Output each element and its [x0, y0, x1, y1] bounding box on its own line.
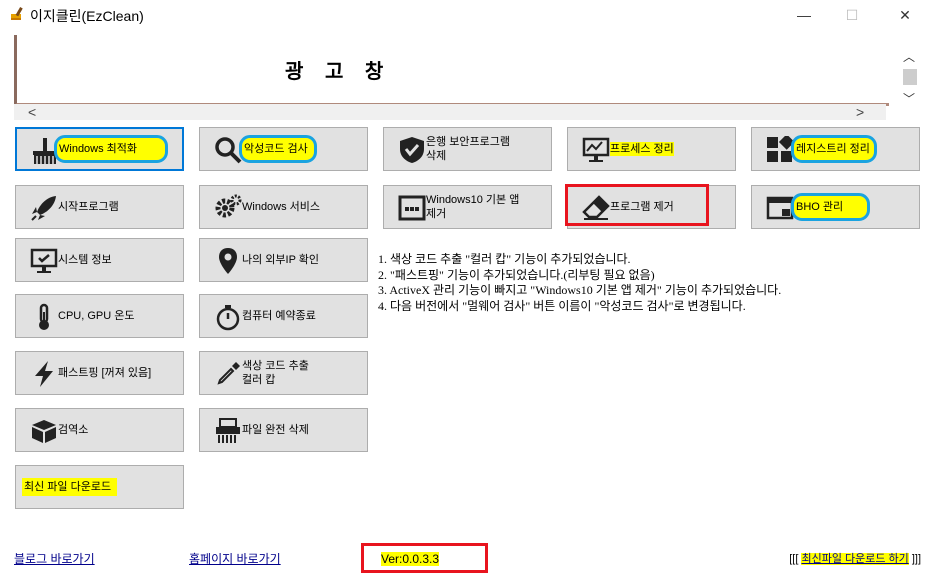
shredder-icon — [216, 418, 240, 443]
registry-blocks-icon — [767, 136, 794, 162]
fastping-label: 패스트핑 [꺼져 있음] — [58, 367, 152, 379]
process-cleanup-button[interactable]: 프로세스 정리 — [567, 127, 736, 171]
startup-programs-button[interactable]: 시작프로그램 — [15, 185, 184, 229]
latest-file-download-button[interactable]: 최신 파일 다운로드 — [15, 465, 184, 509]
color-picker-button[interactable]: 색상 코드 추출 컬러 캅 — [199, 351, 368, 395]
ad-vertical-scrollbar[interactable]: ︿ ﹀ — [900, 40, 920, 110]
windows-optimize-button[interactable]: Windows 최적화 — [15, 127, 184, 171]
file-shred-button[interactable]: 파일 완전 삭제 — [199, 408, 368, 452]
maximize-button[interactable]: ☐ — [837, 4, 867, 26]
download-link-group[interactable]: [[[ 최신파일 다운로드 하기 ]]] — [789, 550, 921, 566]
file-shred-label: 파일 완전 삭제 — [242, 424, 309, 436]
scroll-up-icon[interactable]: ︿ — [903, 48, 915, 65]
cpu-gpu-temp-button[interactable]: CPU, GPU 온도 — [15, 294, 184, 338]
color-picker-label: 색상 코드 추출 컬러 캅 — [242, 360, 309, 386]
broom-app-icon — [11, 7, 23, 20]
download-latest-link[interactable]: 최신파일 다운로드 하기 — [801, 553, 909, 565]
monitor-chart-icon — [582, 137, 610, 162]
red-highlight-box — [565, 184, 709, 226]
scheduled-shutdown-button[interactable]: 컴퓨터 예약종료 — [199, 294, 368, 338]
ad-banner[interactable]: 광 고 창 — [14, 35, 889, 106]
win10-apps-remove-button[interactable]: Windows10 기본 앱 제거 — [383, 185, 552, 229]
ad-horizontal-scrollbar[interactable]: < > — [14, 104, 886, 120]
bracket-close: ]]] — [911, 553, 921, 565]
map-pin-icon — [219, 248, 237, 274]
bracket-open: [[[ — [789, 553, 799, 565]
malware-scan-button[interactable]: 악성코드 검사 — [199, 127, 368, 171]
window-title: 이지클린(EzClean) — [30, 8, 144, 24]
system-info-label: 시스템 정보 — [58, 254, 112, 266]
scroll-left-icon[interactable]: < — [28, 104, 36, 120]
fastping-button[interactable]: 패스트핑 [꺼져 있음] — [15, 351, 184, 395]
magnifier-icon — [215, 137, 242, 164]
version-label: Ver:0.0.3.3 — [381, 552, 440, 566]
title-bar: 이지클린(EzClean) — ☐ ✕ — [0, 0, 935, 30]
shield-check-icon — [400, 137, 424, 163]
note-line: 3. ActiveX 관리 기능이 빠지고 "Windows10 기본 앱 제거… — [378, 283, 782, 297]
note-line: 4. 다음 버전에서 "멀웨어 검사" 버튼 이름이 "악성코드 검사"로 변경… — [378, 298, 746, 313]
homepage-link[interactable]: 홈페이지 바로가기 — [189, 550, 281, 567]
malware-scan-label: 악성코드 검사 — [239, 135, 317, 163]
ad-text: 광 고 창 — [285, 61, 392, 83]
system-info-button[interactable]: 시스템 정보 — [15, 238, 184, 282]
app-window-icon — [398, 195, 426, 221]
registry-cleanup-button[interactable]: 레지스트리 정리 — [751, 127, 920, 171]
monitor-check-icon — [30, 248, 58, 273]
eyedropper-icon — [217, 362, 240, 385]
bank-security-label: 은행 보안프로그램 삭제 — [426, 136, 511, 162]
latest-file-download-label: 최신 파일 다운로드 — [22, 478, 118, 496]
bho-manage-label: BHO 관리 — [790, 193, 871, 221]
startup-programs-label: 시작프로그램 — [58, 201, 119, 213]
scheduled-shutdown-label: 컴퓨터 예약종료 — [242, 310, 316, 322]
thermometer-icon — [39, 303, 49, 330]
gears-icon — [215, 194, 242, 218]
windows-optimize-label: Windows 최적화 — [53, 135, 169, 163]
stopwatch-icon — [216, 305, 240, 331]
scroll-thumb[interactable] — [903, 69, 917, 85]
close-button[interactable]: ✕ — [890, 4, 920, 26]
rocket-icon — [31, 196, 56, 221]
box-icon — [32, 420, 56, 443]
lightning-icon — [35, 361, 53, 387]
release-notes: 1. 색상 코드 추출 "컬러 캅" 기능이 추가되었습니다. 2. "패스트핑… — [378, 252, 781, 314]
blog-link[interactable]: 블로그 바로가기 — [14, 550, 95, 567]
browser-window-icon — [766, 196, 794, 220]
quarantine-button[interactable]: 검역소 — [15, 408, 184, 452]
note-line: 2. "패스트핑" 기능이 추가되었습니다.(리부팅 필요 없음) — [378, 267, 655, 282]
minimize-button[interactable]: — — [789, 4, 819, 26]
note-line: 1. 색상 코드 추출 "컬러 캅" 기능이 추가되었습니다. — [378, 252, 631, 266]
windows-services-button[interactable]: Windows 서비스 — [199, 185, 368, 229]
version-box: Ver:0.0.3.3 — [361, 543, 488, 573]
quarantine-label: 검역소 — [58, 424, 89, 436]
win10-apps-label: Windows10 기본 앱 제거 — [426, 194, 520, 220]
registry-cleanup-label: 레지스트리 정리 — [791, 135, 877, 163]
bank-security-remove-button[interactable]: 은행 보안프로그램 삭제 — [383, 127, 552, 171]
scroll-right-icon[interactable]: > — [856, 104, 864, 120]
bho-manage-button[interactable]: BHO 관리 — [751, 185, 920, 229]
windows-services-label: Windows 서비스 — [242, 201, 321, 213]
broom-icon — [33, 138, 57, 164]
cpu-gpu-temp-label: CPU, GPU 온도 — [58, 310, 135, 322]
external-ip-label: 나의 외부IP 확인 — [242, 254, 320, 266]
process-cleanup-label: 프로세스 정리 — [610, 142, 674, 156]
external-ip-button[interactable]: 나의 외부IP 확인 — [199, 238, 368, 282]
scroll-down-icon[interactable]: ﹀ — [903, 90, 915, 107]
